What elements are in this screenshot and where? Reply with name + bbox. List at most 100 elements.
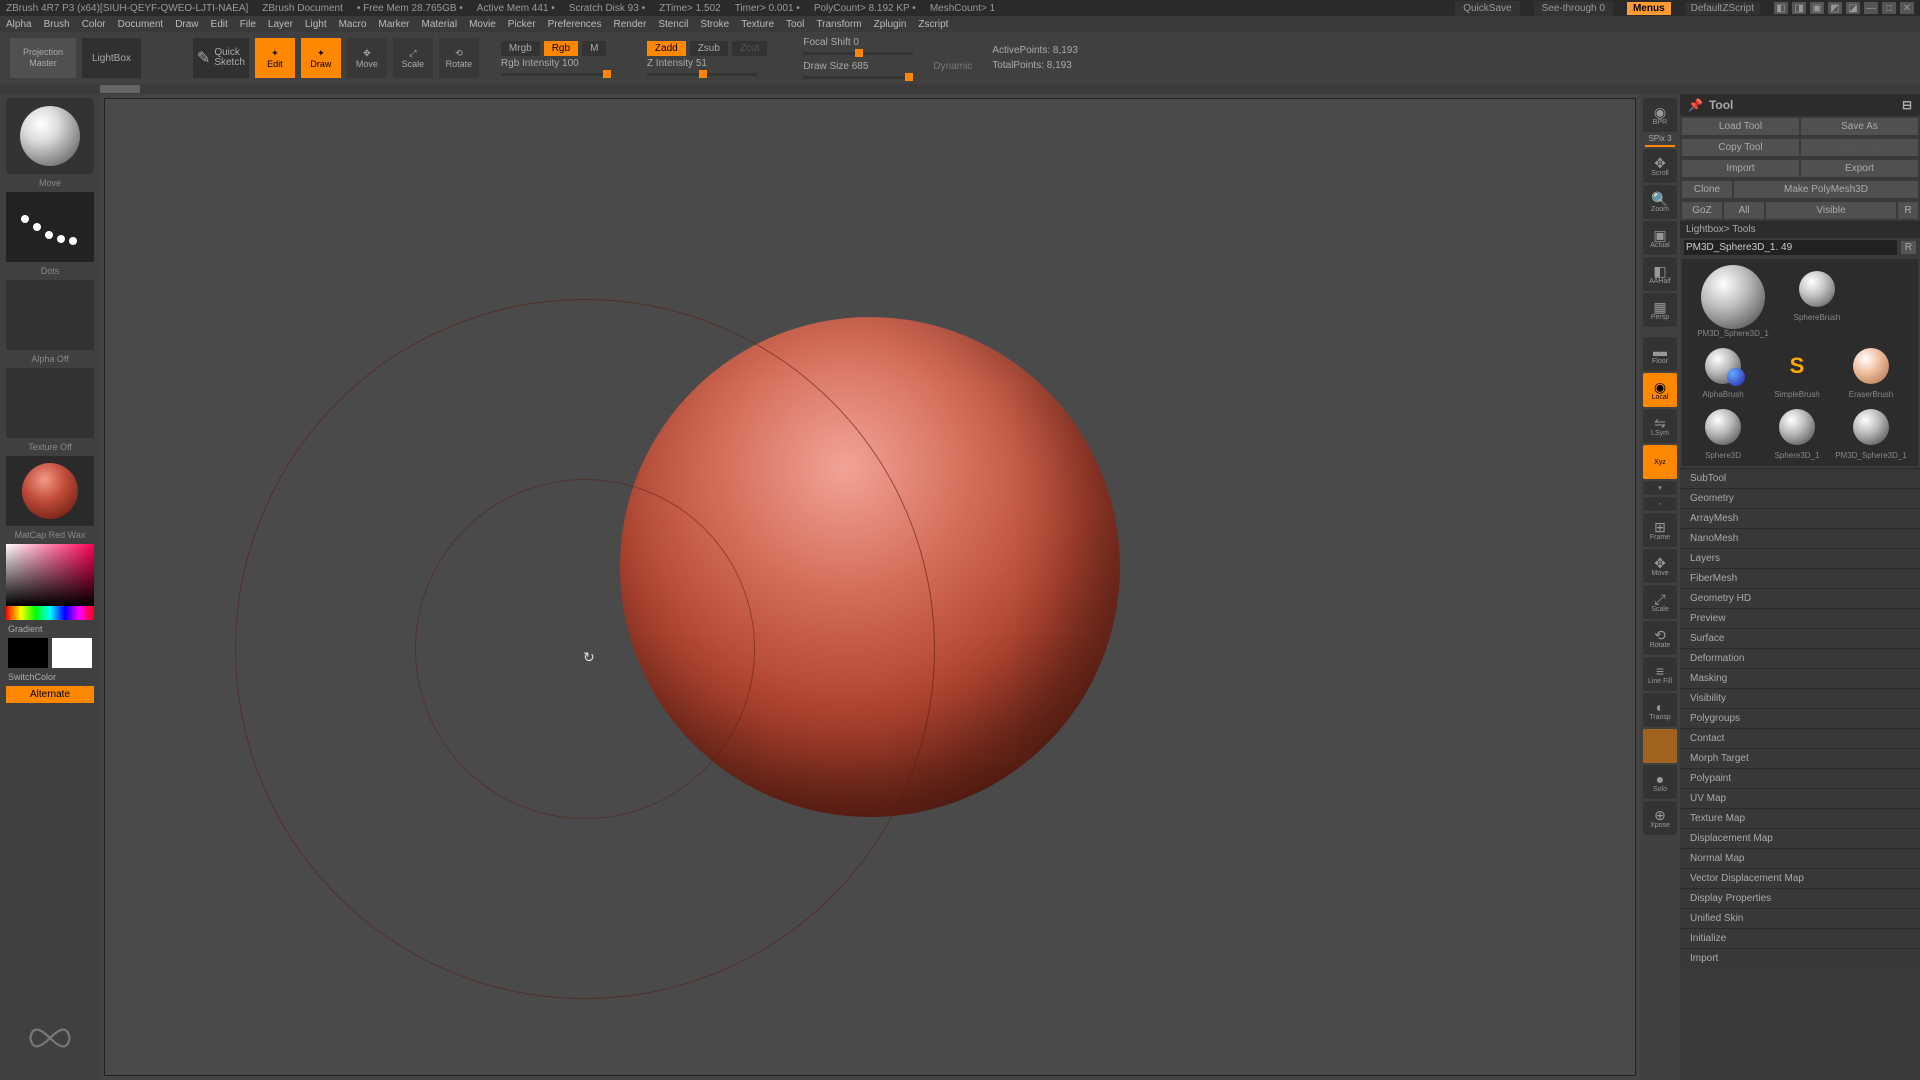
tool-section-visibility[interactable]: Visibility	[1680, 688, 1920, 708]
goz-all-button[interactable]: All	[1724, 202, 1764, 219]
menu-zscript[interactable]: Zscript	[918, 19, 948, 30]
rgb-button[interactable]: Rgb	[544, 41, 578, 56]
alpha-preview[interactable]	[6, 280, 94, 350]
tool-item-eraserbrush[interactable]: EraserBrush	[1836, 342, 1906, 399]
z-intensity-slider[interactable]: Z Intensity 51	[647, 58, 767, 69]
menu-stroke[interactable]: Stroke	[700, 19, 729, 30]
defaultzscript-button[interactable]: DefaultZScript	[1685, 2, 1760, 15]
make-polymesh-button[interactable]: Make PolyMesh3D	[1734, 181, 1918, 198]
xpose-button[interactable]: ⊕Xpose	[1643, 801, 1677, 835]
edit-button[interactable]: ✦Edit	[255, 38, 295, 78]
lightbox-tools-label[interactable]: Lightbox> Tools	[1680, 221, 1920, 238]
ghost-button[interactable]: Ghost	[1643, 729, 1677, 763]
tool-section-fibermesh[interactable]: FiberMesh	[1680, 568, 1920, 588]
export-button[interactable]: Export	[1801, 160, 1918, 177]
tool-r-button[interactable]: R	[1901, 241, 1916, 254]
brush-preview[interactable]	[6, 98, 94, 174]
menu-movie[interactable]: Movie	[469, 19, 496, 30]
tool-item-pm3d[interactable]: PM3D_Sphere3D_1	[1688, 265, 1778, 338]
window-button-5[interactable]: ◪	[1846, 2, 1860, 14]
switchcolor-button[interactable]: SwitchColor	[4, 672, 56, 682]
draw-size-slider[interactable]: Draw Size 685	[803, 61, 913, 72]
tool-section-geometry[interactable]: Geometry	[1680, 488, 1920, 508]
window-button-2[interactable]: ◨	[1792, 2, 1806, 14]
tool-section-texture-map[interactable]: Texture Map	[1680, 808, 1920, 828]
tool-section-arraymesh[interactable]: ArrayMesh	[1680, 508, 1920, 528]
menu-document[interactable]: Document	[118, 19, 164, 30]
y-toggle[interactable]: ▾	[1643, 481, 1677, 495]
menu-light[interactable]: Light	[305, 19, 327, 30]
zsub-button[interactable]: Zsub	[690, 41, 728, 56]
tool-section-subtool[interactable]: SubTool	[1680, 468, 1920, 488]
m-button[interactable]: M	[582, 41, 606, 56]
tool-section-surface[interactable]: Surface	[1680, 628, 1920, 648]
tool-section-unified-skin[interactable]: Unified Skin	[1680, 908, 1920, 928]
menu-zplugin[interactable]: Zplugin	[874, 19, 907, 30]
horizontal-scroll[interactable]	[0, 84, 1920, 94]
move-tool-button[interactable]: ✥Move	[1643, 549, 1677, 583]
menu-marker[interactable]: Marker	[378, 19, 409, 30]
tool-section-polygroups[interactable]: Polygroups	[1680, 708, 1920, 728]
close-button[interactable]: ✕	[1900, 2, 1914, 14]
menu-draw[interactable]: Draw	[175, 19, 198, 30]
window-button-4[interactable]: ◩	[1828, 2, 1842, 14]
solo-button[interactable]: ●Solo	[1643, 765, 1677, 799]
tool-section-import[interactable]: Import	[1680, 948, 1920, 968]
menu-texture[interactable]: Texture	[741, 19, 774, 30]
menu-color[interactable]: Color	[82, 19, 106, 30]
window-button-1[interactable]: ◧	[1774, 2, 1788, 14]
quicksave-button[interactable]: QuickSave	[1455, 1, 1519, 16]
tool-section-normal-map[interactable]: Normal Map	[1680, 848, 1920, 868]
floor-button[interactable]: ▬Floor	[1643, 337, 1677, 371]
import-button[interactable]: Import	[1682, 160, 1799, 177]
menu-tool[interactable]: Tool	[786, 19, 804, 30]
menu-preferences[interactable]: Preferences	[548, 19, 602, 30]
tool-item-spherebrush[interactable]: SphereBrush	[1782, 265, 1852, 322]
menu-alpha[interactable]: Alpha	[6, 19, 32, 30]
scale-tool-button[interactable]: ⤢Scale	[1643, 585, 1677, 619]
tool-section-polypaint[interactable]: Polypaint	[1680, 768, 1920, 788]
menu-layer[interactable]: Layer	[268, 19, 293, 30]
quicksketch-button[interactable]: ✎ Quick Sketch	[193, 38, 249, 78]
mrgb-button[interactable]: Mrgb	[501, 41, 540, 56]
tool-item-sphere3d-1[interactable]: Sphere3D_1	[1762, 403, 1832, 460]
persp-button[interactable]: ▦Persp	[1643, 293, 1677, 327]
tool-section-display-properties[interactable]: Display Properties	[1680, 888, 1920, 908]
zoom-button[interactable]: 🔍Zoom	[1643, 185, 1677, 219]
alternate-button[interactable]: Alternate	[6, 686, 94, 703]
zadd-button[interactable]: Zadd	[647, 41, 686, 56]
local-button[interactable]: ◉Local	[1643, 373, 1677, 407]
tool-section-geometry-hd[interactable]: Geometry HD	[1680, 588, 1920, 608]
menu-material[interactable]: Material	[422, 19, 458, 30]
tool-section-displacement-map[interactable]: Displacement Map	[1680, 828, 1920, 848]
gradient-label[interactable]: Gradient	[4, 624, 43, 634]
seethrough-slider[interactable]: See-through 0	[1534, 1, 1613, 16]
scale-button[interactable]: ⤢Scale	[393, 38, 433, 78]
menu-stencil[interactable]: Stencil	[658, 19, 688, 30]
menu-file[interactable]: File	[240, 19, 256, 30]
aahalf-button[interactable]: ◧AAHalf	[1643, 257, 1677, 291]
focal-shift-slider[interactable]: Focal Shift 0	[803, 37, 913, 48]
copy-tool-button[interactable]: Copy Tool	[1682, 139, 1799, 156]
tool-name-input[interactable]	[1684, 240, 1897, 255]
tool-section-masking[interactable]: Masking	[1680, 668, 1920, 688]
menus-button[interactable]: Menus	[1627, 2, 1671, 15]
bpr-button[interactable]: ◉BPR	[1643, 98, 1677, 132]
window-button-3[interactable]: ▣	[1810, 2, 1824, 14]
menu-edit[interactable]: Edit	[211, 19, 228, 30]
tool-item-alphabrush[interactable]: AlphaBrush	[1688, 342, 1758, 399]
tool-section-vector-displacement-map[interactable]: Vector Displacement Map	[1680, 868, 1920, 888]
load-tool-button[interactable]: Load Tool	[1682, 118, 1799, 135]
tool-section-uv-map[interactable]: UV Map	[1680, 788, 1920, 808]
paste-tool-button[interactable]: Paste Tool	[1801, 139, 1918, 156]
tool-section-contact[interactable]: Contact	[1680, 728, 1920, 748]
rotate-button[interactable]: ⟲Rotate	[439, 38, 479, 78]
collapse-icon[interactable]: ⊟	[1902, 98, 1912, 112]
goz-r-button[interactable]: R	[1898, 202, 1918, 219]
menu-macro[interactable]: Macro	[339, 19, 367, 30]
move-button[interactable]: ✥Move	[347, 38, 387, 78]
zcut-button[interactable]: Zcut	[732, 41, 767, 56]
actual-button[interactable]: ▣Actual	[1643, 221, 1677, 255]
draw-button[interactable]: ✦Draw	[301, 38, 341, 78]
menu-render[interactable]: Render	[614, 19, 647, 30]
